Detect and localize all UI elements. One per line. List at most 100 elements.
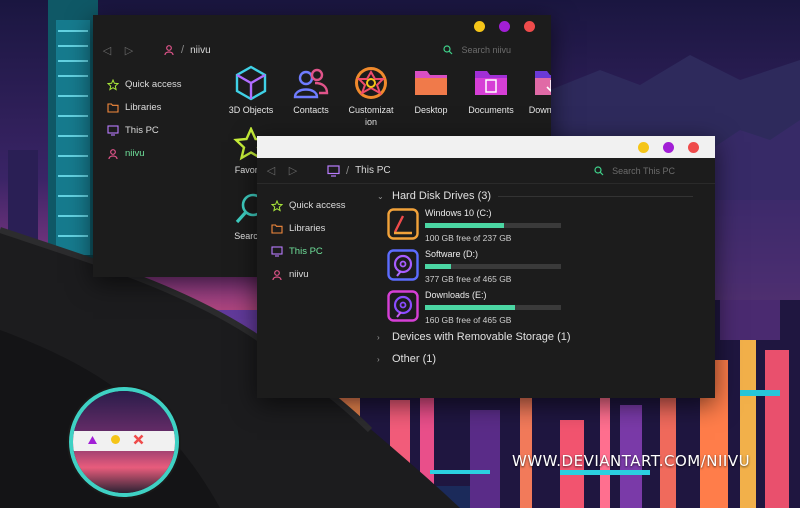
downloads-folder-icon	[535, 71, 551, 95]
sidebar-item-label: Quick access	[125, 79, 182, 90]
search-box[interactable]: Search niivu	[443, 45, 511, 55]
address-bar: ◁ ▷ / This PC Search This PC	[257, 158, 715, 184]
maximize-button[interactable]	[663, 142, 674, 153]
close-button[interactable]	[524, 21, 535, 32]
drive-free-space: 100 GB free of 237 GB	[425, 233, 512, 243]
sidebar-item-quick-access[interactable]: Quick access	[107, 73, 182, 96]
maximize-button[interactable]	[499, 21, 510, 32]
path-separator: /	[181, 44, 185, 56]
folder-desktop[interactable]: Desktop	[401, 65, 461, 128]
documents-folder-icon	[475, 71, 507, 95]
sidebar-item-niivu[interactable]: niivu	[107, 142, 182, 165]
search-icon	[594, 165, 604, 175]
triangle-icon	[88, 435, 97, 444]
sidebar-item-label: niivu	[289, 269, 309, 280]
monitor-icon	[107, 125, 119, 136]
sidebar-item-quick-access[interactable]: Quick access	[271, 194, 346, 217]
user-icon	[163, 44, 175, 56]
drive-d[interactable]: Software (D:) 377 GB free of 465 GB	[387, 249, 561, 284]
folder-label: 3D Objects	[228, 105, 274, 115]
folder-icons-grid: 3D Objects Contacts Customizat ion Deskt…	[221, 65, 551, 128]
sidebar-item-label: This PC	[125, 125, 159, 136]
hard-disk-icon	[387, 290, 419, 322]
minimize-button[interactable]	[474, 21, 485, 32]
monitor-icon	[271, 246, 283, 257]
drive-name: Windows 10 (C:)	[425, 208, 492, 218]
user-icon	[272, 269, 282, 280]
section-divider	[498, 195, 694, 197]
back-arrow-icon[interactable]: ◁	[99, 44, 115, 57]
folder-3d-objects[interactable]: 3D Objects	[221, 65, 281, 128]
sidebar-item-label: Libraries	[125, 102, 162, 113]
drive-name: Downloads (E:)	[425, 290, 487, 300]
search-icon	[443, 45, 453, 55]
palette-icon	[355, 67, 387, 99]
titlebar	[257, 136, 715, 158]
sidebar-item-libraries[interactable]: Libraries	[107, 96, 182, 119]
forward-arrow-icon[interactable]: ▷	[285, 164, 301, 177]
contacts-icon	[293, 68, 329, 99]
windows-drive-icon	[387, 208, 419, 240]
folder-label: Contacts	[293, 105, 329, 115]
sidebar-item-label: niivu	[125, 148, 145, 159]
usage-bar-fill	[425, 264, 451, 269]
breadcrumb[interactable]: This PC	[355, 165, 391, 176]
usage-bar-fill	[425, 223, 504, 228]
section-other[interactable]: › Other (1)	[377, 353, 436, 365]
sidebar-item-libraries[interactable]: Libraries	[271, 217, 346, 240]
path-separator: /	[346, 164, 350, 177]
desktop-folder-icon	[415, 71, 447, 95]
forward-arrow-icon[interactable]: ▷	[121, 44, 137, 57]
star-icon	[271, 199, 283, 212]
folder-label: Desktop	[414, 105, 448, 115]
chevron-down-icon: ⌄	[377, 191, 384, 201]
usage-bar	[425, 223, 561, 228]
chevron-right-icon: ›	[377, 332, 380, 342]
folder-icon	[271, 224, 283, 234]
folder-downloads[interactable]: Downloads	[521, 65, 551, 128]
star-icon	[107, 78, 119, 91]
x-icon	[133, 434, 144, 445]
close-button[interactable]	[688, 142, 699, 153]
explorer-window-this-pc: ◁ ▷ / This PC Search This PC Quick acces…	[257, 136, 715, 398]
folder-label: Downloads	[528, 105, 551, 115]
search-box[interactable]: Search This PC	[594, 166, 675, 176]
search-placeholder: Search This PC	[612, 165, 675, 176]
usage-bar	[425, 264, 561, 269]
breadcrumb[interactable]: niivu	[190, 45, 211, 56]
sidebar-item-niivu[interactable]: niivu	[271, 263, 346, 286]
address-bar: ◁ ▷ / niivu Search niivu	[93, 37, 551, 63]
usage-bar-fill	[425, 305, 515, 310]
drive-c[interactable]: Windows 10 (C:) 100 GB free of 237 GB	[387, 208, 561, 243]
user-icon	[108, 148, 118, 159]
folder-icon	[107, 103, 119, 113]
drive-free-space: 377 GB free of 465 GB	[425, 274, 512, 284]
section-removable-storage[interactable]: › Devices with Removable Storage (1)	[377, 331, 571, 343]
back-arrow-icon[interactable]: ◁	[263, 164, 279, 177]
drive-e[interactable]: Downloads (E:) 160 GB free of 465 GB	[387, 290, 561, 325]
sidebar-item-this-pc[interactable]: This PC	[271, 240, 346, 263]
drive-free-space: 160 GB free of 465 GB	[425, 315, 512, 325]
minimize-button[interactable]	[638, 142, 649, 153]
titlebar-buttons-preview	[69, 387, 179, 497]
drive-name: Software (D:)	[425, 249, 479, 259]
section-title: Hard Disk Drives (3)	[392, 190, 492, 202]
folder-contacts[interactable]: Contacts	[281, 65, 341, 128]
section-title: Devices with Removable Storage (1)	[392, 331, 571, 343]
folder-label: Customizat ion	[348, 105, 394, 127]
hard-disk-icon	[387, 249, 419, 281]
chevron-right-icon: ›	[377, 354, 380, 364]
folder-label: Documents	[468, 105, 514, 115]
usage-bar	[425, 305, 561, 310]
navigation-pane: Quick access Libraries This PC niivu	[271, 194, 346, 286]
section-title: Other (1)	[392, 353, 437, 365]
circle-icon	[111, 435, 120, 444]
sidebar-item-label: This PC	[289, 246, 323, 257]
navigation-pane: Quick access Libraries This PC niivu	[107, 73, 182, 165]
folder-documents[interactable]: Documents	[461, 65, 521, 128]
folder-customization[interactable]: Customizat ion	[341, 65, 401, 128]
section-hard-disk-drives[interactable]: ⌄ Hard Disk Drives (3)	[377, 190, 694, 202]
sidebar-item-this-pc[interactable]: This PC	[107, 119, 182, 142]
sidebar-item-label: Libraries	[289, 223, 326, 234]
monitor-icon	[327, 164, 340, 177]
